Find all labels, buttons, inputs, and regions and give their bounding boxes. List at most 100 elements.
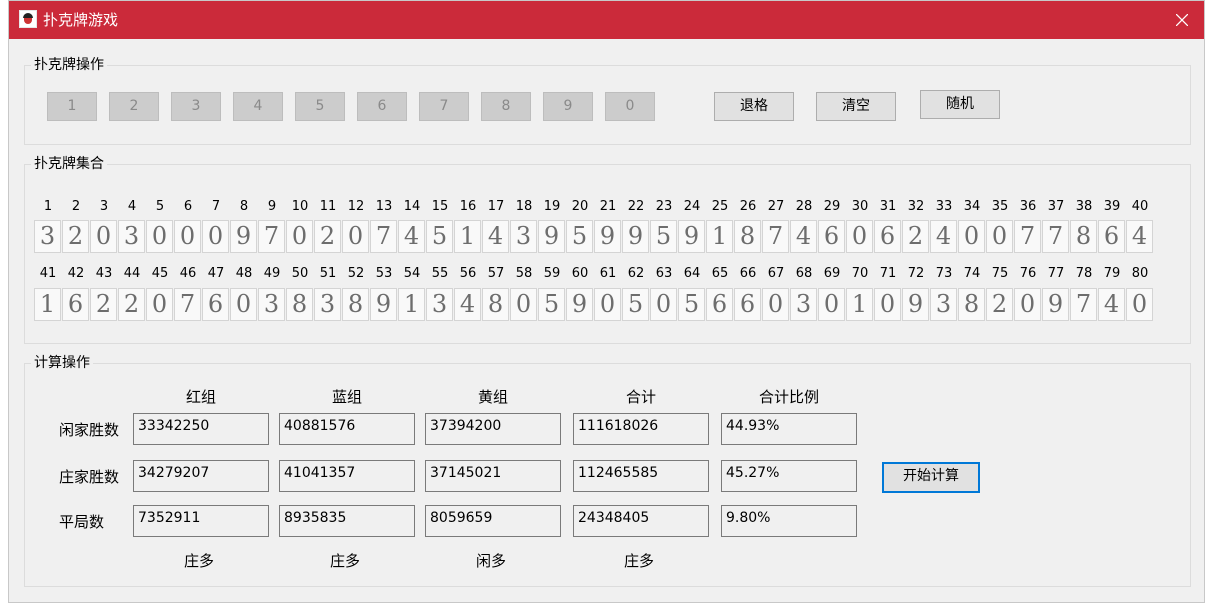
- card-slot: 8: [1070, 220, 1097, 253]
- backspace-button[interactable]: 退格: [714, 92, 794, 121]
- card-slot: 3: [426, 288, 453, 321]
- player-wins-red-group-field[interactable]: 33342250: [133, 413, 269, 445]
- card-slot: 0: [874, 288, 901, 321]
- digit-button-3[interactable]: 3: [171, 92, 221, 121]
- card-slot: 4: [1126, 220, 1153, 253]
- card-index-label: 60: [571, 266, 589, 281]
- digit-button-0[interactable]: 0: [605, 92, 655, 121]
- random-button[interactable]: 随机: [920, 90, 1000, 119]
- card-slot: 6: [706, 288, 733, 321]
- card-index-label: 32: [907, 199, 925, 214]
- card-slot: 3: [790, 288, 817, 321]
- card-slot: 7: [762, 220, 789, 253]
- card-slot: 0: [958, 220, 985, 253]
- card-slot: 2: [62, 220, 89, 253]
- card-slot: 6: [62, 288, 89, 321]
- card-index-label: 61: [599, 266, 617, 281]
- ties-total-field[interactable]: 24348405: [573, 505, 709, 537]
- ties-yellow-group-field[interactable]: 8059659: [425, 505, 561, 537]
- player-wins-yellow-group-field[interactable]: 37394200: [425, 413, 561, 445]
- card-slot: 8: [342, 288, 369, 321]
- player-wins-blue-group-field[interactable]: 40881576: [279, 413, 415, 445]
- banker-wins-blue-group-field[interactable]: 41041357: [279, 460, 415, 492]
- card-slot: 7: [258, 220, 285, 253]
- digit-button-5[interactable]: 5: [295, 92, 345, 121]
- card-index-label: 77: [1047, 266, 1065, 281]
- ties-label: 平局数: [59, 513, 105, 531]
- digit-button-8[interactable]: 8: [481, 92, 531, 121]
- banker-wins-total-field[interactable]: 112465585: [573, 460, 709, 492]
- card-index-label: 12: [347, 199, 365, 214]
- card-slot: 9: [230, 220, 257, 253]
- card-slot: 7: [370, 220, 397, 253]
- player-wins-total-field[interactable]: 111618026: [573, 413, 709, 445]
- digit-button-6[interactable]: 6: [357, 92, 407, 121]
- card-slot: 1: [454, 220, 481, 253]
- card-index-label: 27: [767, 199, 785, 214]
- digit-button-2[interactable]: 2: [109, 92, 159, 121]
- card-index-label: 57: [487, 266, 505, 281]
- digit-button-7[interactable]: 7: [419, 92, 469, 121]
- card-slot: 9: [538, 220, 565, 253]
- card-index-label: 7: [211, 199, 221, 214]
- card-index-label: 74: [963, 266, 981, 281]
- card-index-label: 55: [431, 266, 449, 281]
- card-slot: 0: [202, 220, 229, 253]
- card-slot: 5: [538, 288, 565, 321]
- card-index-label: 56: [459, 266, 477, 281]
- card-index-label: 64: [683, 266, 701, 281]
- card-slot: 6: [1098, 220, 1125, 253]
- card-slot: 4: [1098, 288, 1125, 321]
- ties-total-ratio-field[interactable]: 9.80%: [721, 505, 857, 537]
- blue-group-result: 庄多: [329, 552, 360, 570]
- card-slot: 4: [398, 220, 425, 253]
- card-slot: 5: [622, 288, 649, 321]
- card-slot: 6: [202, 288, 229, 321]
- digit-button-4[interactable]: 4: [233, 92, 283, 121]
- card-slot: 6: [818, 220, 845, 253]
- app-window: 扑克牌游戏 扑克牌操作 1234567890 退格 清空 随机 扑克牌集合 13…: [8, 0, 1205, 603]
- card-index-label: 20: [571, 199, 589, 214]
- calculation-legend: 计算操作: [34, 355, 90, 371]
- card-index-label: 70: [851, 266, 869, 281]
- ties-blue-group-field[interactable]: 8935835: [279, 505, 415, 537]
- card-slot: 8: [734, 220, 761, 253]
- start-calculation-button[interactable]: 开始计算: [882, 462, 980, 493]
- card-slot: 9: [594, 220, 621, 253]
- card-slot: 0: [594, 288, 621, 321]
- card-index-label: 4: [127, 199, 137, 214]
- banker-wins-red-group-field[interactable]: 34279207: [133, 460, 269, 492]
- card-index-label: 66: [739, 266, 757, 281]
- card-slot: 7: [1070, 288, 1097, 321]
- banker-wins-total-ratio-field[interactable]: 45.27%: [721, 460, 857, 492]
- yellow-group-result: 闲多: [475, 552, 506, 570]
- banker-wins-label: 庄家胜数: [59, 468, 120, 486]
- card-slot: 0: [230, 288, 257, 321]
- card-slot: 2: [90, 288, 117, 321]
- card-collection-legend: 扑克牌集合: [34, 156, 104, 172]
- ties-red-group-field[interactable]: 7352911: [133, 505, 269, 537]
- card-index-label: 35: [991, 199, 1009, 214]
- card-index-label: 25: [711, 199, 729, 214]
- card-slot: 2: [986, 288, 1013, 321]
- card-slot: 9: [370, 288, 397, 321]
- total-result: 庄多: [623, 552, 654, 570]
- digit-button-1[interactable]: 1: [47, 92, 97, 121]
- card-slot: 3: [118, 220, 145, 253]
- card-slot: 8: [958, 288, 985, 321]
- player-wins-total-ratio-field[interactable]: 44.93%: [721, 413, 857, 445]
- clear-button[interactable]: 清空: [816, 92, 896, 121]
- card-index-label: 30: [851, 199, 869, 214]
- card-index-label: 42: [67, 266, 85, 281]
- card-index-label: 13: [375, 199, 393, 214]
- title-bar: 扑克牌游戏: [9, 1, 1204, 39]
- card-index-label: 6: [183, 199, 193, 214]
- close-button[interactable]: [1160, 1, 1204, 39]
- window-title: 扑克牌游戏: [43, 11, 119, 29]
- card-slot: 7: [174, 288, 201, 321]
- card-index-label: 79: [1103, 266, 1121, 281]
- card-slot: 2: [902, 220, 929, 253]
- banker-wins-yellow-group-field[interactable]: 37145021: [425, 460, 561, 492]
- card-slot: 0: [146, 220, 173, 253]
- digit-button-9[interactable]: 9: [543, 92, 593, 121]
